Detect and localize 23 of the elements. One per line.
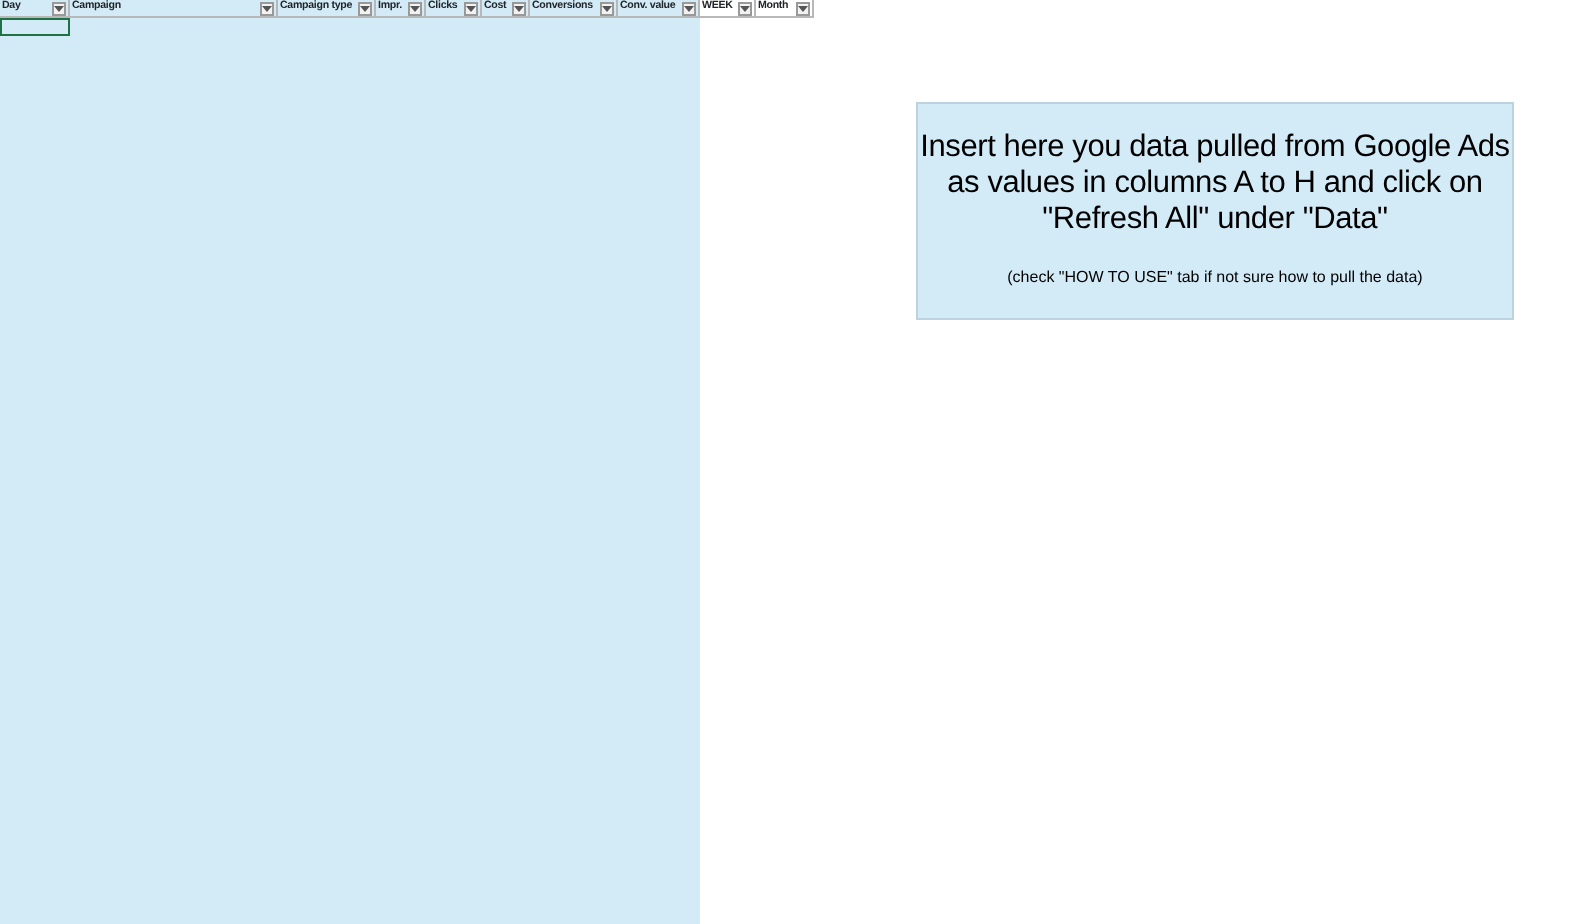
dropdown-arrow-icon [360, 5, 370, 11]
note-hint: (check "HOW TO USE" tab if not sure how to pull the data) [1005, 266, 1425, 290]
dropdown-arrow-icon [684, 5, 694, 11]
filter-dropdown[interactable] [408, 1, 422, 15]
note-heading: Insert here you data pulled from Google Ads as values in columns A to H and click on "Refresh All" under "Data" [920, 130, 1510, 238]
dropdown-arrow-icon [262, 5, 272, 11]
filter-dropdown[interactable] [464, 1, 478, 15]
dropdown-arrow-icon [466, 5, 476, 11]
dropdown-arrow-icon [798, 5, 808, 11]
filter-dropdown[interactable] [600, 1, 614, 15]
filter-dropdown[interactable] [512, 1, 526, 15]
filter-dropdown[interactable] [796, 1, 810, 15]
filter-dropdown[interactable] [682, 1, 696, 15]
filter-dropdown[interactable] [738, 1, 752, 15]
filter-dropdown[interactable] [358, 1, 372, 15]
filter-dropdown[interactable] [260, 1, 274, 15]
dropdown-arrow-icon [740, 5, 750, 11]
dropdown-arrow-icon [410, 5, 420, 11]
dropdown-arrow-icon [602, 5, 612, 11]
dropdown-arrow-icon [54, 5, 64, 11]
filter-dropdown[interactable] [52, 1, 66, 15]
dropdown-arrow-icon [514, 5, 524, 11]
selected-cell[interactable] [0, 18, 70, 36]
